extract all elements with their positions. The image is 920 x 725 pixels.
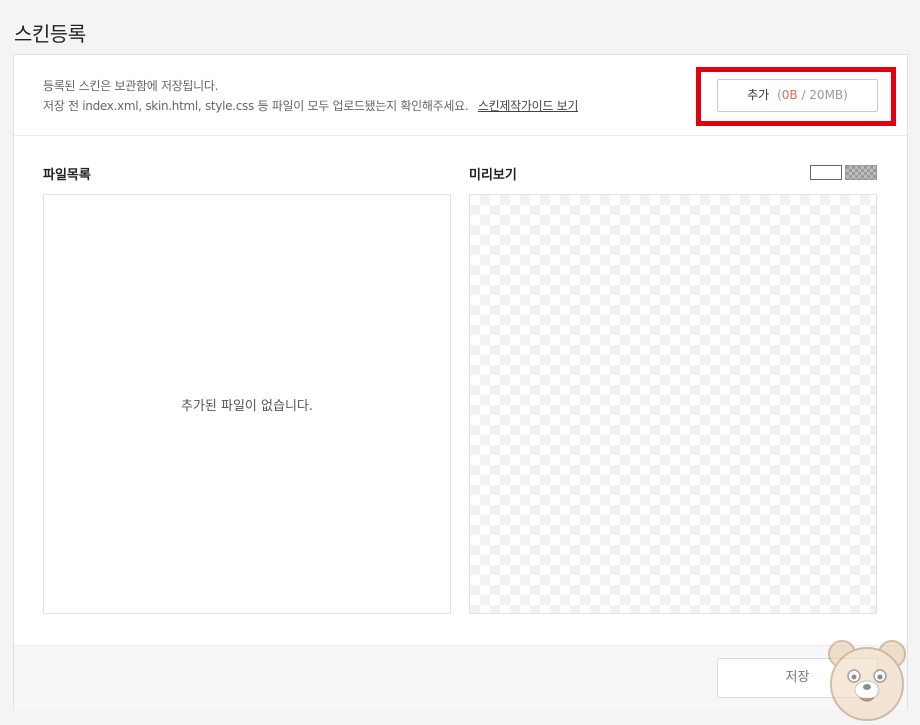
info-section: 등록된 스킨은 보관함에 저장됩니다. 저장 전 index.xml, skin… — [14, 55, 907, 136]
storage-usage: (0B / 20MB) — [777, 88, 848, 102]
footer-bar: 저장 — [14, 645, 907, 710]
add-file-button[interactable]: 추가 (0B / 20MB) — [717, 79, 878, 112]
add-button-label: 추가 — [747, 88, 770, 102]
info-line-check: 저장 전 index.xml, skin.html, style.css 등 파… — [43, 97, 578, 114]
bear-mascot-icon — [828, 640, 906, 721]
storage-used: 0B — [781, 88, 798, 102]
page-title: 스킨등록 — [14, 22, 86, 46]
file-list-heading: 파일목록 — [43, 168, 91, 183]
info-line-storage: 등록된 스킨은 보관함에 저장됩니다. — [43, 79, 219, 93]
file-list-panel: 추가된 파일이 없습니다. — [43, 194, 451, 614]
preview-panel — [469, 194, 877, 614]
preview-checkered-background-toggle[interactable] — [845, 165, 877, 180]
info-line-check-text: 저장 전 index.xml, skin.html, style.css 등 파… — [43, 99, 469, 113]
preview-heading: 미리보기 — [469, 168, 517, 183]
skin-register-card: 등록된 스킨은 보관함에 저장됩니다. 저장 전 index.xml, skin… — [13, 54, 908, 710]
skin-guide-link[interactable]: 스킨제작가이드 보기 — [478, 99, 578, 113]
empty-file-message: 추가된 파일이 없습니다. — [181, 399, 313, 414]
storage-limit: 20MB — [809, 88, 844, 102]
preview-white-background-toggle[interactable] — [810, 165, 842, 180]
